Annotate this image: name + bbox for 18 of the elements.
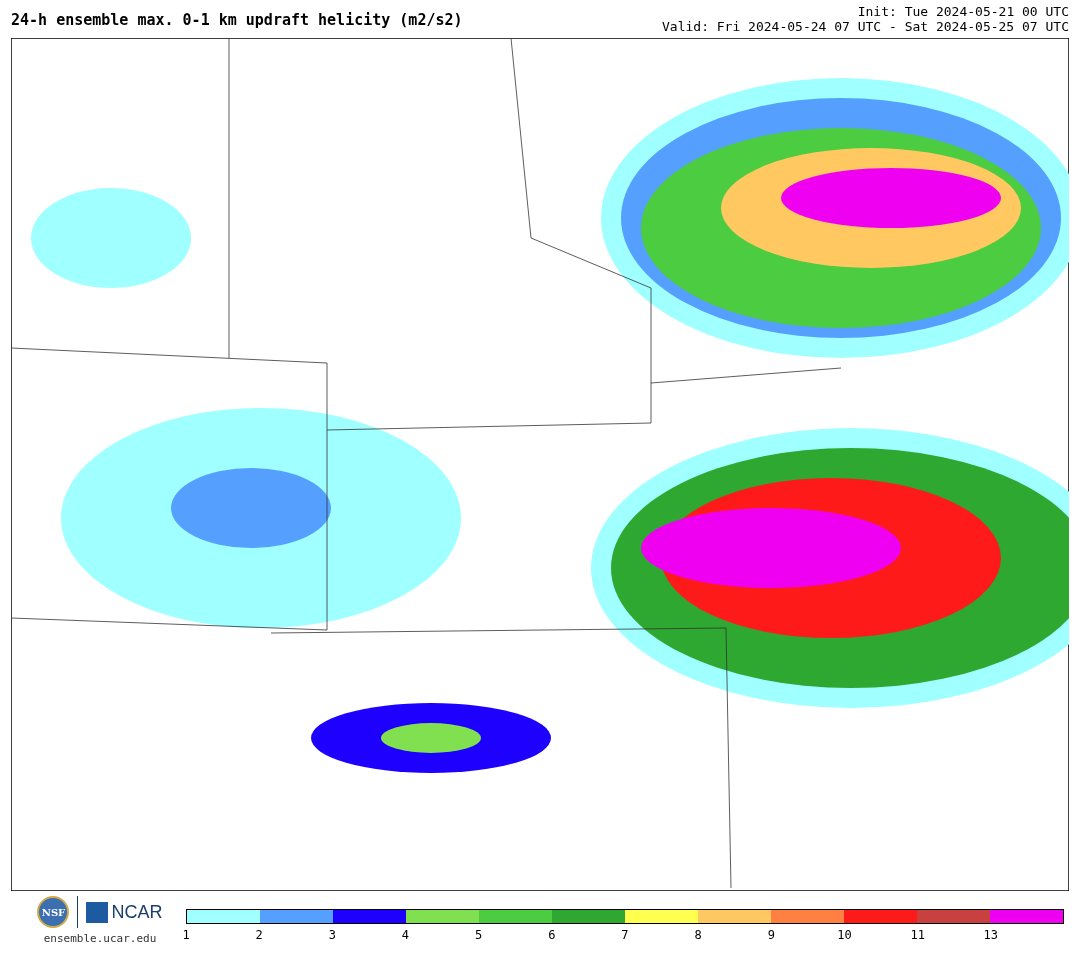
scale-label: 1 xyxy=(182,928,190,942)
scale-label: 11 xyxy=(910,928,925,942)
nsf-logo: NSF xyxy=(37,896,70,928)
scale-label: 9 xyxy=(767,928,775,942)
scale-label: 10 xyxy=(837,928,852,942)
scale-label: 4 xyxy=(401,928,410,942)
scale-label: 13 xyxy=(983,928,999,942)
site-url: ensemble.ucar.edu xyxy=(43,932,157,945)
scale-label: 3 xyxy=(328,928,336,942)
chart-title: 24-h ensemble max. 0-1 km updraft helicity (m2/s2) xyxy=(11,11,463,31)
scale-label: 5 xyxy=(475,928,483,942)
scale-label: 6 xyxy=(548,928,556,942)
scale-label: 8 xyxy=(694,928,702,942)
ncar-logo: NCAR xyxy=(86,901,163,923)
scale-label: 2 xyxy=(255,928,263,942)
scale-label: 7 xyxy=(621,928,629,942)
valid-time: Valid: Fri 2024-05-24 07 UTC - Sat 2024-05-25 07 UTC xyxy=(662,19,1069,34)
init-time: Init: Tue 2024-05-21 00 UTC xyxy=(857,4,1069,19)
